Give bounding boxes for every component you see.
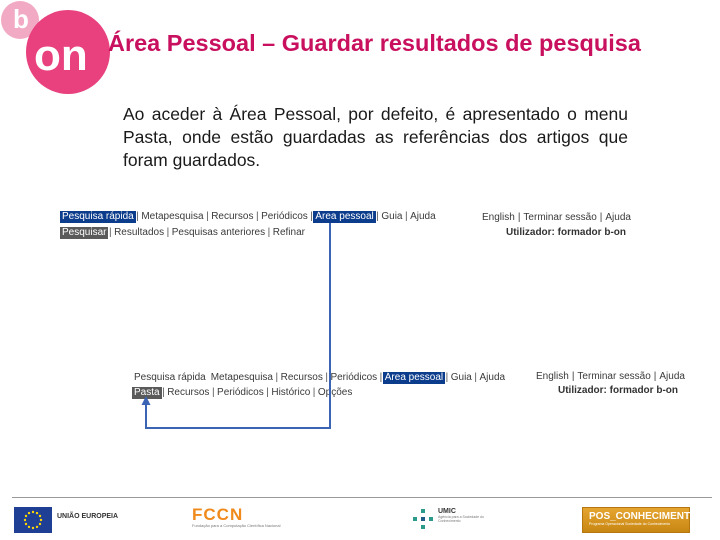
- screen1-user-label: Utilizador: formador b-on: [506, 227, 626, 238]
- screen1-nav-personal-area[interactable]: Área pessoal: [313, 211, 376, 223]
- screen2-subnav-history[interactable]: Histórico: [269, 387, 312, 399]
- screen2-link-english[interactable]: English: [536, 371, 569, 382]
- screen2-nav-metasearch[interactable]: Metapesquisa: [209, 372, 275, 384]
- screen1-nav-periodicals[interactable]: Periódicos: [259, 211, 310, 223]
- umic-logo-subtitle: Agência para a Sociedade do Conhecimento: [438, 515, 484, 523]
- screen2-link-help[interactable]: Ajuda: [659, 371, 685, 382]
- screen2-user-label: Utilizador: formador b-on: [558, 385, 678, 396]
- screen2-subnav-bar: Pasta | Recursos | Periódicos | Histórico | …: [132, 387, 354, 399]
- screen1-header-links: English | Terminar sessão | Ajuda: [482, 212, 631, 223]
- screen2-nav-quick-search[interactable]: Pesquisa rápida: [132, 372, 208, 384]
- fccn-logo: FCCN Fundação para a Computação Científi…: [192, 506, 287, 534]
- screen2-nav-guide[interactable]: Guia: [449, 372, 474, 384]
- screen1-nav-bar: Pesquisa rápida | Metapesquisa | Recursos |…: [60, 211, 438, 223]
- screen1-nav-resources[interactable]: Recursos: [209, 211, 255, 223]
- screen2-nav-help[interactable]: Ajuda: [477, 372, 507, 384]
- fccn-logo-subtitle: Fundação para a Computação Científica Na…: [192, 523, 281, 528]
- screen1-subnav-bar: Pesquisar | Resultados | Pesquisas anterio…: [60, 227, 307, 239]
- screen1-nav-metasearch[interactable]: Metapesquisa: [139, 211, 205, 223]
- screen2-nav-bar: Pesquisa rápida Metapesquisa | Recursos | …: [132, 372, 507, 384]
- screen1-subnav-results[interactable]: Resultados: [112, 227, 166, 239]
- umic-symbol-icon: [413, 509, 433, 529]
- screen1-subnav-search[interactable]: Pesquisar: [60, 227, 109, 239]
- screen2-nav-periodicals[interactable]: Periódicos: [328, 372, 379, 384]
- screen1-nav-help[interactable]: Ajuda: [408, 211, 438, 223]
- screen1-nav-quick-search[interactable]: Pesquisa rápida: [60, 211, 136, 223]
- slide-body-text: Ao aceder à Área Pessoal, por defeito, é…: [123, 104, 628, 170]
- eu-label: UNIÃO EUROPEIA: [57, 513, 119, 520]
- footer-divider: [12, 497, 712, 498]
- b-on-logo: b on: [1, 1, 110, 94]
- screen1-subnav-previous-searches[interactable]: Pesquisas anteriores: [170, 227, 267, 239]
- screen2-subnav-options[interactable]: Opções: [316, 387, 354, 399]
- slide-title: Área Pessoal – Guardar resultados de pes…: [108, 30, 641, 56]
- screen1-link-english[interactable]: English: [482, 212, 515, 223]
- umic-logo-text: UMIC: [438, 508, 456, 515]
- screen2-subnav-resources[interactable]: Recursos: [165, 387, 211, 399]
- pos-logo-subtitle: Programa Operacional Sociedade do Conhec…: [589, 522, 671, 526]
- umic-logo: UMIC Agência para a Sociedade do Conheci…: [412, 506, 492, 534]
- screen1-subnav-refine[interactable]: Refinar: [271, 227, 307, 239]
- screen1-nav-guide[interactable]: Guia: [379, 211, 404, 223]
- logo-letter-b: b: [13, 4, 29, 34]
- screen1-link-help[interactable]: Ajuda: [605, 212, 631, 223]
- eu-stars-icon: [23, 510, 43, 530]
- screen2-subnav-periodicals[interactable]: Periódicos: [215, 387, 266, 399]
- screen2-nav-resources[interactable]: Recursos: [279, 372, 325, 384]
- screen2-subnav-folder[interactable]: Pasta: [132, 387, 162, 399]
- screen2-link-logout[interactable]: Terminar sessão: [577, 371, 650, 382]
- screen2-header-links: English | Terminar sessão | Ajuda: [536, 371, 685, 382]
- screen2-nav-personal-area[interactable]: Área pessoal: [382, 372, 446, 384]
- pos-logo-text: POS_CONHECIMENTO: [589, 511, 698, 522]
- eu-flag-icon: [14, 507, 52, 533]
- logo-letters-on: on: [34, 31, 88, 80]
- fccn-logo-text: FCCN: [192, 505, 244, 524]
- pos-conhecimento-logo: POS_CONHECIMENTO Programa Operacional So…: [582, 507, 698, 533]
- screen1-link-logout[interactable]: Terminar sessão: [523, 212, 596, 223]
